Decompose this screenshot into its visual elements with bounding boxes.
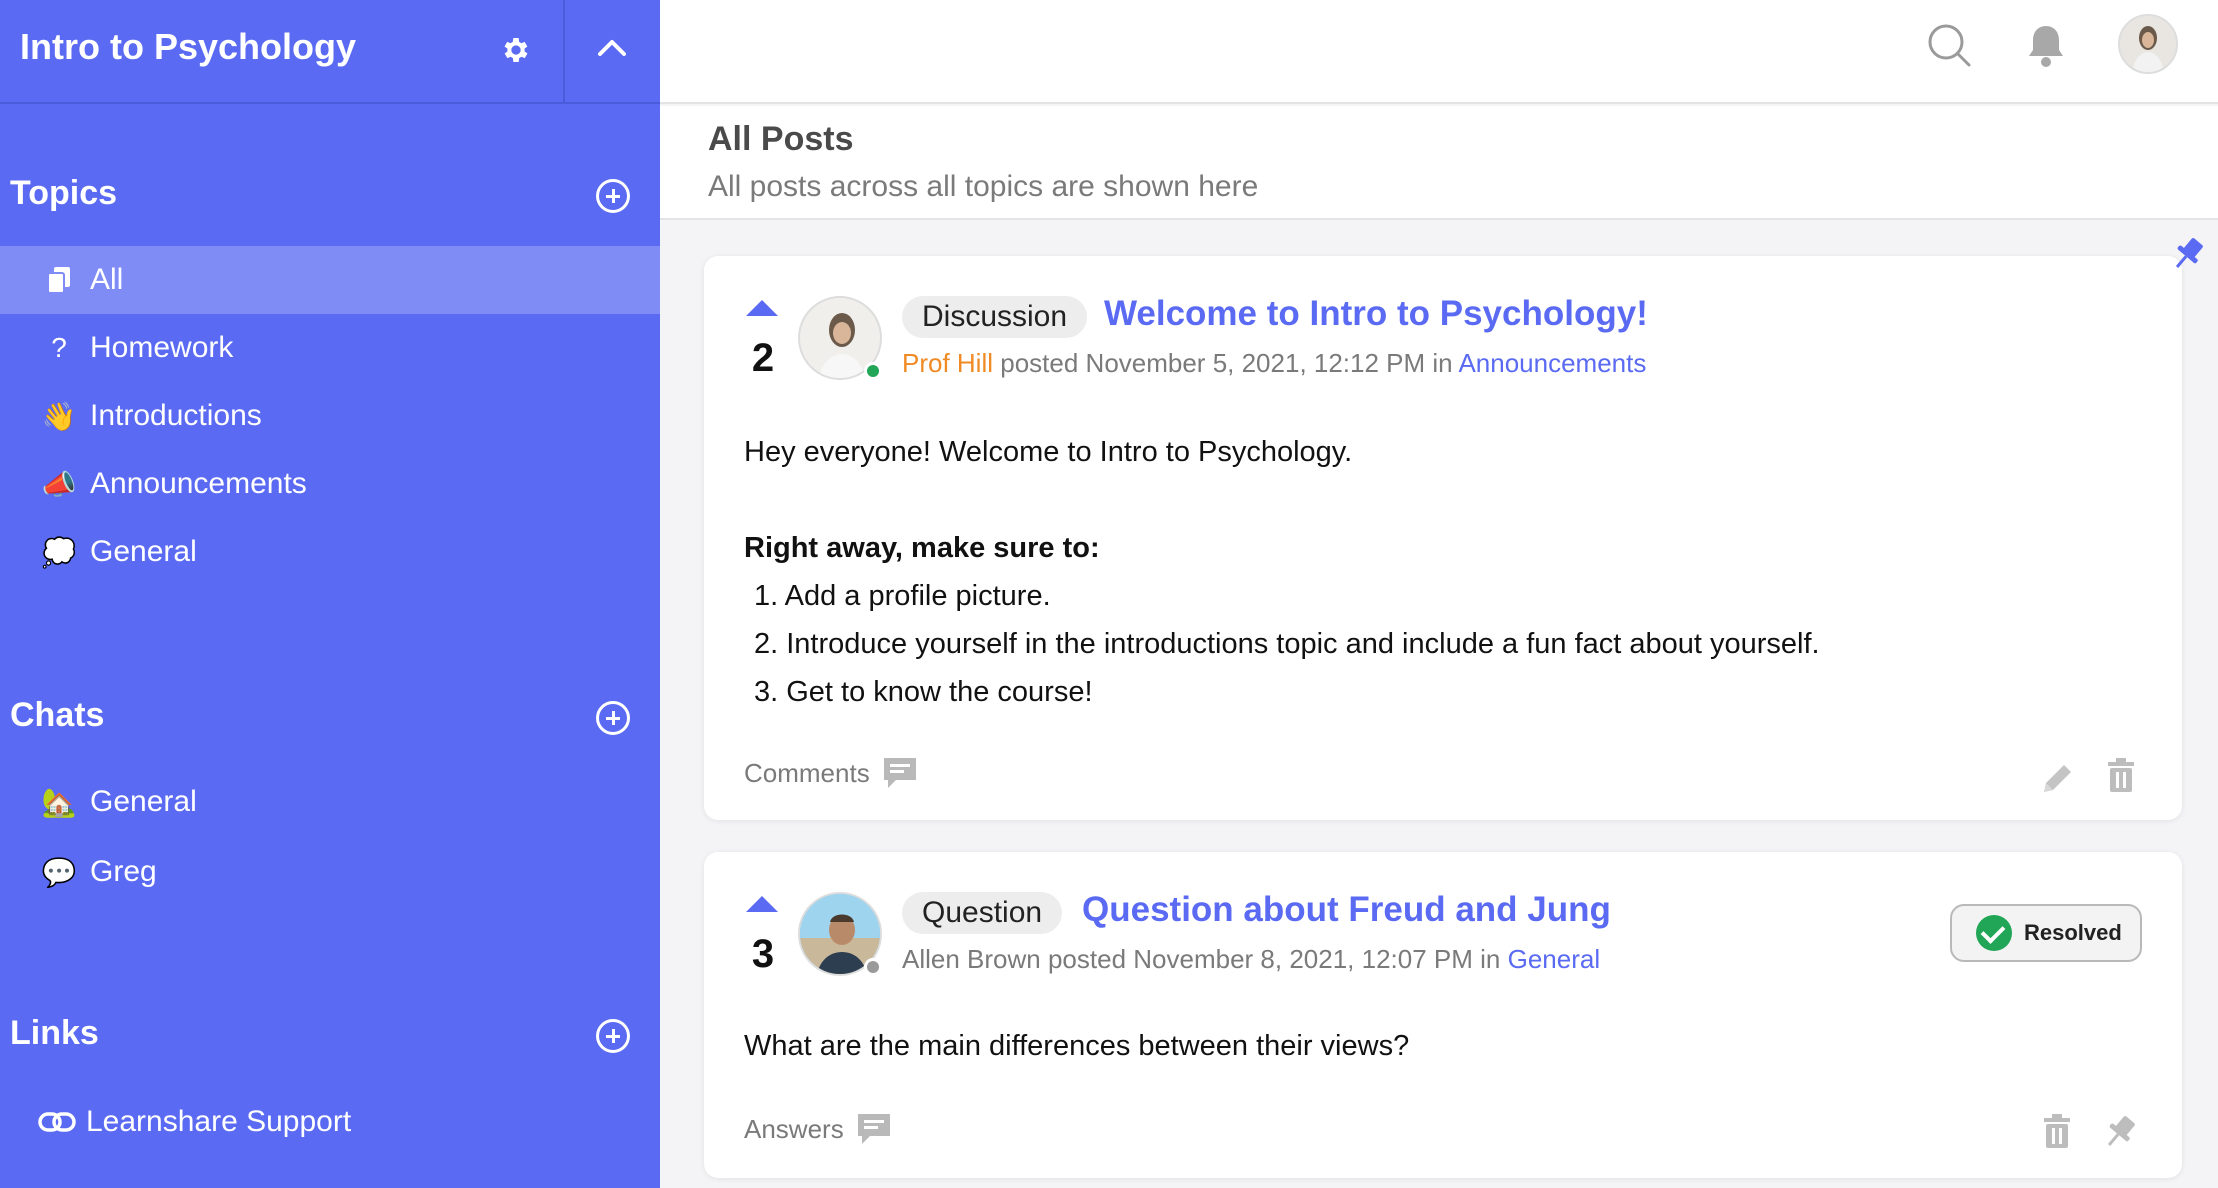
- edit-icon[interactable]: [2040, 760, 2076, 796]
- post-topic-link[interactable]: General: [1508, 944, 1601, 974]
- post-body-bold: Right away, make sure to:: [744, 532, 1100, 564]
- sidebar-item-label: Learnshare Support: [86, 1105, 352, 1138]
- header-divider: [563, 0, 565, 104]
- bell-icon[interactable]: [2026, 22, 2066, 68]
- sidebar-item-label: Greg: [90, 855, 157, 888]
- post-date: posted November 5, 2021, 12:12 PM in: [1000, 348, 1453, 378]
- offline-status-dot: [864, 958, 882, 976]
- sidebar-item-label: Introductions: [90, 399, 262, 432]
- resolved-label: Resolved: [2024, 920, 2122, 945]
- page-subtitle: All posts across all topics are shown he…: [708, 170, 1259, 203]
- add-chat-button[interactable]: [596, 701, 630, 735]
- sidebar-chat-general[interactable]: 🏡 General: [0, 768, 660, 836]
- sidebar-item-general[interactable]: 💭 General: [0, 518, 660, 586]
- sidebar-link-learnshare-support[interactable]: Learnshare Support: [0, 1088, 660, 1156]
- course-title: Intro to Psychology: [20, 26, 357, 67]
- post-meta: Allen Brown posted November 8, 2021, 12:…: [902, 944, 1600, 975]
- sidebar-item-announcements[interactable]: 📣 Announcements: [0, 450, 660, 518]
- post-card[interactable]: 3 Question Question about Freud and Jung…: [704, 852, 2182, 1178]
- sidebar-item-homework[interactable]: ? Homework: [0, 314, 660, 382]
- list-item: 3. Get to know the course!: [754, 676, 1093, 708]
- post-author[interactable]: Allen Brown: [902, 944, 1041, 974]
- upvote-icon[interactable]: [746, 300, 778, 316]
- house-icon: 🏡: [41, 786, 77, 818]
- question-icon: ?: [51, 332, 67, 363]
- sidebar-item-all[interactable]: All: [0, 246, 660, 314]
- answers-label: Answers: [744, 1113, 844, 1144]
- megaphone-icon: 📣: [41, 468, 77, 500]
- post-meta: Prof Hill posted November 5, 2021, 12:12…: [902, 348, 1646, 379]
- post-body: Hey everyone! Welcome to Intro to Psycho…: [744, 428, 1820, 716]
- post-tag: Question: [902, 892, 1063, 934]
- answers-button[interactable]: Answers: [744, 1112, 892, 1146]
- chats-title: Chats: [10, 696, 105, 734]
- sidebar-item-label: General: [90, 535, 197, 568]
- online-status-dot: [864, 362, 882, 380]
- add-link-button[interactable]: [596, 1019, 630, 1053]
- wave-icon: 👋: [41, 400, 77, 432]
- post-body-intro: Hey everyone! Welcome to Intro to Psycho…: [744, 436, 1353, 468]
- resolved-badge[interactable]: Resolved: [1950, 904, 2142, 962]
- copy-icon: [38, 265, 80, 295]
- upvote-icon[interactable]: [746, 896, 778, 912]
- chevron-up-icon[interactable]: [594, 32, 630, 62]
- link-icon: [36, 1111, 78, 1133]
- comments-button[interactable]: Comments: [744, 756, 918, 790]
- sidebar-item-label: General: [90, 785, 197, 818]
- links-title: Links: [10, 1014, 99, 1052]
- trash-icon[interactable]: [2042, 1114, 2072, 1150]
- post-tag: Discussion: [902, 296, 1088, 338]
- check-circle-icon: [1976, 915, 2012, 951]
- comments-label: Comments: [744, 757, 870, 788]
- search-icon[interactable]: [1926, 22, 1972, 68]
- sidebar-item-label: Homework: [90, 331, 234, 364]
- sidebar-item-label: All: [90, 263, 124, 296]
- vote-count: 2: [751, 336, 775, 380]
- vote-count: 3: [751, 932, 775, 976]
- add-topic-button[interactable]: [596, 179, 630, 213]
- comment-icon: [857, 1114, 890, 1144]
- gear-icon[interactable]: [500, 34, 532, 66]
- posts-header: All Posts All posts across all topics ar…: [660, 106, 2218, 220]
- post-body: What are the main differences between th…: [744, 1030, 1410, 1062]
- post-date: posted November 8, 2021, 12:07 PM in: [1047, 944, 1501, 974]
- comment-icon: [883, 758, 916, 788]
- sidebar-item-introductions[interactable]: 👋 Introductions: [0, 382, 660, 450]
- trash-icon[interactable]: [2106, 758, 2136, 794]
- post-body-list: 1. Add a profile picture. 2. Introduce y…: [754, 572, 1820, 716]
- sidebar-chat-greg[interactable]: 💬 Greg: [0, 838, 660, 906]
- sidebar: Intro to Psychology Topics All ? Homewor…: [0, 0, 660, 1188]
- chat-bubble-icon: 💬: [41, 856, 77, 888]
- topics-title: Topics: [10, 174, 118, 212]
- pin-icon[interactable]: [2100, 1112, 2140, 1152]
- post-title[interactable]: Welcome to Intro to Psychology!: [1104, 294, 1648, 334]
- post-author[interactable]: Prof Hill: [902, 348, 993, 378]
- thought-bubble-icon: 💭: [41, 536, 77, 568]
- post-title[interactable]: Question about Freud and Jung: [1082, 890, 1611, 930]
- top-bar: [660, 0, 2218, 104]
- list-item: 2. Introduce yourself in the introductio…: [754, 628, 1820, 660]
- page-title: All Posts: [708, 120, 854, 158]
- sidebar-item-label: Announcements: [90, 467, 307, 500]
- course-header: Intro to Psychology: [0, 0, 660, 104]
- post-card[interactable]: 2 Discussion Welcome to Intro to Psychol…: [704, 256, 2182, 820]
- list-item: 1. Add a profile picture.: [754, 580, 1051, 612]
- avatar[interactable]: [2118, 14, 2178, 74]
- post-topic-link[interactable]: Announcements: [1458, 348, 1646, 378]
- pin-icon[interactable]: [2168, 234, 2208, 274]
